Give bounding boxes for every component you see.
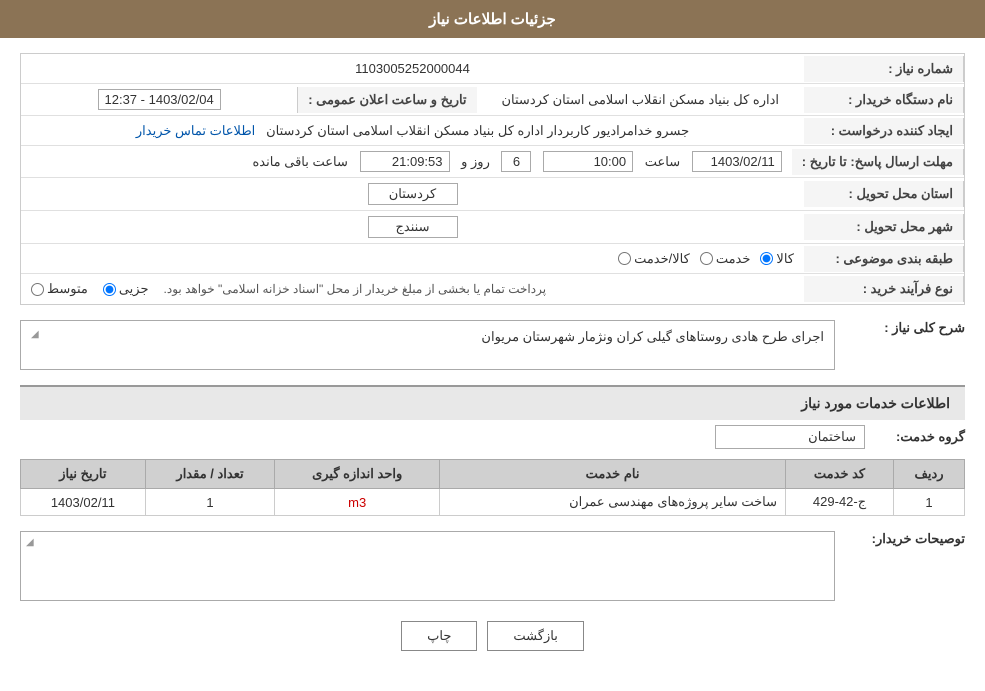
- header-title: جزئیات اطلاعات نیاز: [429, 11, 556, 28]
- col-count: تعداد / مقدار: [145, 460, 274, 489]
- farayand-label: نوع فرآیند خرید :: [804, 276, 964, 302]
- shahr-value: سنندج: [21, 211, 804, 243]
- dastgah-label: نام دستگاه خریدار :: [804, 87, 964, 113]
- sharh-value: اجرای طرح هادی روستاهای گیلی کران ونژمار…: [481, 329, 824, 344]
- saat-field: 10:00: [543, 151, 633, 172]
- mohlet-inline: 1403/02/11 ساعت 10:00 6 روز و 21:09:53 س…: [252, 151, 781, 172]
- sharh-box: اجرای طرح هادی روستاهای گیلی کران ونژمار…: [20, 320, 835, 370]
- tawzihat-box: ◢: [20, 531, 835, 601]
- farayand-jozii-radio[interactable]: [103, 283, 116, 296]
- sharh-content: اجرای طرح هادی روستاهای گیلی کران ونژمار…: [20, 315, 835, 375]
- saat-mande-label: ساعت باقی مانده: [252, 154, 347, 170]
- tabaqe-kala-khedmat-radio[interactable]: [618, 252, 631, 265]
- roz-label: روز و: [461, 154, 490, 170]
- tawzihat-content: ◢: [20, 526, 835, 606]
- dastgah-elan-row: نام دستگاه خریدار : اداره کل بنیاد مسکن …: [21, 84, 964, 116]
- saat-mande-field: 21:09:53: [360, 151, 450, 172]
- elan-value: 1403/02/04 - 12:37: [21, 84, 297, 115]
- resize-handle: ◢: [31, 329, 39, 340]
- farayand-row: نوع فرآیند خرید : متوسط جزیی پرداخت تمام…: [21, 274, 964, 304]
- gorooh-value: ساختمان: [715, 425, 865, 449]
- tabaqe-kala-radio[interactable]: [760, 252, 773, 265]
- farayand-jozii-item: جزیی: [103, 281, 149, 297]
- farayand-desc: پرداخت تمام یا بخشی از مبلغ خریدار از مح…: [164, 282, 547, 296]
- ijad-label: ایجاد کننده درخواست :: [804, 118, 964, 144]
- khadamat-title: اطلاعات خدمات مورد نیاز: [20, 385, 965, 420]
- tabaqe-khedmat-item: خدمت: [700, 251, 751, 267]
- shomara-row: شماره نیاز : 1103005252000044: [21, 54, 964, 84]
- shahr-label: شهر محل تحویل :: [804, 214, 964, 240]
- ostan-row: استان محل تحویل : کردستان: [21, 178, 964, 211]
- tabaqe-row: طبقه بندی موضوعی : کالا/خدمت خدمت کالا: [21, 244, 964, 274]
- dastgah-value: اداره کل بنیاد مسکن انقلاب اسلامی استان …: [477, 87, 804, 113]
- table-header: ردیف کد خدمت نام خدمت واحد اندازه گیری ت…: [21, 460, 965, 489]
- table-header-row: ردیف کد خدمت نام خدمت واحد اندازه گیری ت…: [21, 460, 965, 489]
- col-name: نام خدمت: [440, 460, 786, 489]
- farayand-motevaset-radio[interactable]: [31, 283, 44, 296]
- shomara-label: شماره نیاز :: [804, 56, 964, 82]
- elan-input: 1403/02/04 - 12:37: [98, 89, 221, 110]
- tabaqe-label: طبقه بندی موضوعی :: [804, 246, 964, 272]
- cell-code: ج-42-429: [786, 489, 894, 516]
- tabaqe-khedmat-label: خدمت: [716, 251, 751, 267]
- ostan-value: کردستان: [21, 178, 804, 210]
- cell-radif: 1: [894, 489, 965, 516]
- roz-field: 6: [501, 151, 531, 172]
- table-row: 1 ج-42-429 ساخت سایر پروژه‌های مهندسی عم…: [21, 489, 965, 516]
- cell-count: 1: [145, 489, 274, 516]
- tabaqe-kala-item: کالا: [760, 251, 794, 267]
- tabaqe-kala-label: کالا: [776, 251, 794, 267]
- tawzihat-resize: ◢: [26, 537, 34, 548]
- ijad-value: جسرو خدامرادیور کاربردار اداره کل بنیاد …: [21, 118, 804, 144]
- cell-date: 1403/02/11: [21, 489, 146, 516]
- shahr-row: شهر محل تحویل : سنندج: [21, 211, 964, 244]
- gorooh-label: گروه خدمت:: [875, 429, 965, 445]
- sharh-section: شرح کلی نیاز : اجرای طرح هادی روستاهای گ…: [20, 315, 965, 375]
- info-section: شماره نیاز : 1103005252000044 نام دستگاه…: [20, 53, 965, 305]
- tabaqe-kala-khedmat-item: کالا/خدمت: [618, 251, 690, 267]
- shahr-field: سنندج: [368, 216, 458, 238]
- saat-label: ساعت: [645, 154, 680, 170]
- tawzihat-label: توصیحات خریدار:: [845, 526, 965, 547]
- tarikh-field: 1403/02/11: [692, 151, 782, 172]
- table-body: 1 ج-42-429 ساخت سایر پروژه‌های مهندسی عم…: [21, 489, 965, 516]
- ostan-label: استان محل تحویل :: [804, 181, 964, 207]
- buttons-row: بازگشت چاپ: [20, 621, 965, 651]
- farayand-value: متوسط جزیی پرداخت تمام یا بخشی از مبلغ خ…: [21, 276, 804, 302]
- ijad-text: جسرو خدامرادیور کاربردار اداره کل بنیاد …: [266, 123, 689, 138]
- ijad-link[interactable]: اطلاعات تماس خریدار: [136, 123, 255, 138]
- tabaqe-value: کالا/خدمت خدمت کالا: [21, 246, 804, 272]
- ostan-field: کردستان: [368, 183, 458, 205]
- farayand-motevaset-item: متوسط: [31, 281, 88, 297]
- farayand-motevaset-label: متوسط: [47, 281, 88, 297]
- mohlet-value: 1403/02/11 ساعت 10:00 6 روز و 21:09:53 س…: [21, 146, 792, 177]
- print-button[interactable]: چاپ: [401, 621, 477, 651]
- farayand-jozii-label: جزیی: [119, 281, 149, 297]
- back-button[interactable]: بازگشت: [487, 621, 583, 651]
- col-unit: واحد اندازه گیری: [275, 460, 440, 489]
- tabaqe-khedmat-radio[interactable]: [700, 252, 713, 265]
- elan-label: تاریخ و ساعت اعلان عمومی :: [297, 87, 476, 113]
- shomara-value: 1103005252000044: [21, 56, 804, 81]
- mohlet-label: مهلت ارسال پاسخ: تا تاریخ :: [792, 149, 964, 175]
- gorooh-row: گروه خدمت: ساختمان: [20, 425, 965, 449]
- col-radif: ردیف: [894, 460, 965, 489]
- col-date: تاریخ نیاز: [21, 460, 146, 489]
- cell-unit: m3: [275, 489, 440, 516]
- services-table: ردیف کد خدمت نام خدمت واحد اندازه گیری ت…: [20, 459, 965, 516]
- tawzihat-section: توصیحات خریدار: ◢: [20, 526, 965, 606]
- sharh-label: شرح کلی نیاز :: [845, 315, 965, 336]
- tabaqe-kala-khedmat-label: کالا/خدمت: [634, 251, 690, 267]
- page-header: جزئیات اطلاعات نیاز: [0, 0, 985, 38]
- page-wrapper: جزئیات اطلاعات نیاز شماره نیاز : 1103005…: [0, 0, 985, 691]
- cell-name: ساخت سایر پروژه‌های مهندسی عمران: [440, 489, 786, 516]
- col-code: کد خدمت: [786, 460, 894, 489]
- tabaqe-radio-group: کالا/خدمت خدمت کالا: [618, 251, 794, 267]
- mohlet-row: مهلت ارسال پاسخ: تا تاریخ : 1403/02/11 س…: [21, 146, 964, 178]
- ijad-row: ایجاد کننده درخواست : جسرو خدامرادیور کا…: [21, 116, 964, 146]
- main-content: شماره نیاز : 1103005252000044 نام دستگاه…: [0, 38, 985, 681]
